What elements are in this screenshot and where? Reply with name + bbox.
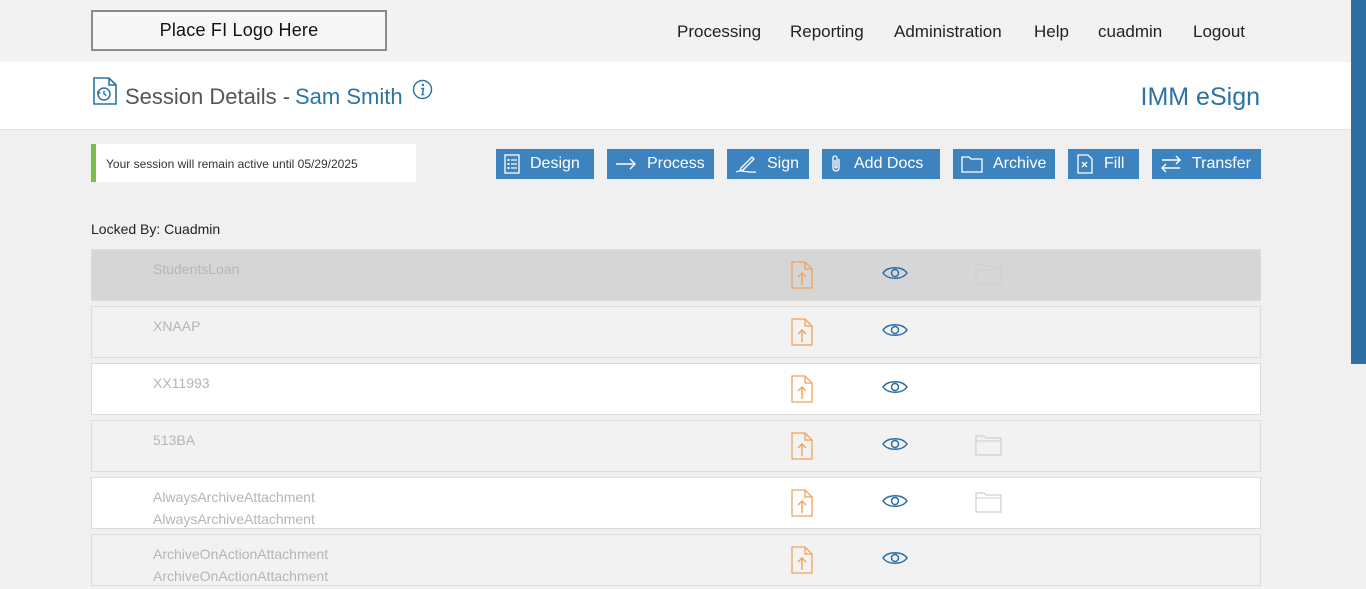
fill-button-label: Fill	[1104, 155, 1125, 172]
document-name: XNAAP	[153, 315, 200, 337]
scrollbar-thumb[interactable]	[1351, 0, 1366, 364]
document-name-line2: AlwaysArchiveAttachment	[153, 511, 315, 527]
arrow-right-icon	[616, 158, 636, 170]
nav-help[interactable]: Help	[1034, 22, 1069, 42]
locked-by-label: Locked By: Cuadmin	[91, 221, 221, 237]
document-name-line1: XNAAP	[153, 318, 201, 334]
view-document-eye-icon[interactable]	[882, 322, 908, 338]
sign-button[interactable]: Sign	[727, 149, 809, 179]
document-name: ArchiveOnActionAttachment ArchiveOnAction…	[153, 543, 328, 587]
folder-icon	[961, 156, 983, 173]
transfer-arrows-icon	[1161, 155, 1181, 173]
upload-document-icon[interactable]	[791, 546, 813, 574]
document-row[interactable]: XX11993	[91, 363, 1261, 415]
page-title: Session Details -	[125, 84, 291, 109]
transfer-button[interactable]: Transfer	[1152, 149, 1261, 179]
sign-button-label: Sign	[767, 155, 800, 172]
document-row[interactable]: ArchiveOnActionAttachment ArchiveOnAction…	[91, 534, 1261, 586]
document-name-line1: StudentsLoan	[153, 261, 240, 277]
main-nav: Processing Reporting Administration Help…	[0, 22, 1351, 44]
document-name-line1: XX11993	[153, 375, 210, 391]
paperclip-icon	[832, 155, 840, 172]
document-row[interactable]: StudentsLoan	[91, 249, 1261, 301]
nav-reporting[interactable]: Reporting	[790, 22, 864, 42]
upload-document-icon[interactable]	[791, 261, 813, 289]
list-icon	[504, 154, 520, 174]
view-document-eye-icon[interactable]	[882, 436, 908, 452]
archive-button[interactable]: Archive	[953, 149, 1055, 179]
archive-folder-icon[interactable]	[975, 491, 1002, 513]
customer-name[interactable]: Sam Smith	[295, 84, 403, 110]
upload-document-icon[interactable]	[791, 489, 813, 517]
add-docs-button[interactable]: Add Docs	[822, 149, 940, 179]
product-brand: IMM eSign	[1140, 83, 1260, 111]
nav-administration[interactable]: Administration	[894, 22, 1002, 42]
document-name: AlwaysArchiveAttachment AlwaysArchiveAtta…	[153, 486, 315, 530]
archive-button-label: Archive	[993, 155, 1047, 172]
add-docs-button-label: Add Docs	[854, 155, 924, 172]
document-name: StudentsLoan	[153, 258, 239, 280]
document-name-line2: ArchiveOnActionAttachment	[153, 568, 329, 584]
nav-user-cuadmin[interactable]: cuadmin	[1098, 22, 1162, 42]
design-button[interactable]: Design	[496, 149, 594, 179]
process-button-label: Process	[647, 155, 705, 172]
fill-button[interactable]: Fill	[1068, 149, 1139, 179]
transfer-button-label: Transfer	[1192, 155, 1251, 172]
upload-document-icon[interactable]	[791, 375, 813, 403]
document-name-line1: 513BA	[153, 432, 196, 448]
top-nav-bar: Place FI Logo Here Processing Reporting …	[0, 0, 1351, 62]
document-name: XX11993	[153, 372, 210, 394]
view-document-eye-icon[interactable]	[882, 550, 908, 566]
archive-folder-icon[interactable]	[975, 434, 1002, 456]
document-row[interactable]: XNAAP	[91, 306, 1261, 358]
session-history-icon	[93, 77, 117, 105]
process-button[interactable]: Process	[607, 149, 714, 179]
document-name-line1: AlwaysArchiveAttachment	[153, 489, 315, 505]
view-document-eye-icon[interactable]	[882, 379, 908, 395]
upload-document-icon[interactable]	[791, 432, 813, 460]
session-header: Session Details - Sam Smith IMM eSign	[0, 62, 1351, 130]
document-name-line1: ArchiveOnActionAttachment	[153, 546, 329, 562]
nav-processing[interactable]: Processing	[677, 22, 761, 42]
archive-folder-icon[interactable]	[975, 263, 1002, 285]
pen-icon	[735, 156, 757, 173]
session-timeout-notice: Your session will remain active until 05…	[91, 144, 416, 182]
upload-document-icon[interactable]	[791, 318, 813, 346]
document-row[interactable]: AlwaysArchiveAttachment AlwaysArchiveAtta…	[91, 477, 1261, 529]
notice-text: Your session will remain active until 05…	[106, 157, 358, 171]
document-name: 513BA	[153, 429, 195, 451]
design-button-label: Design	[530, 155, 580, 172]
view-document-eye-icon[interactable]	[882, 265, 908, 281]
nav-logout[interactable]: Logout	[1193, 22, 1245, 42]
document-x-icon	[1077, 154, 1093, 174]
document-row[interactable]: 513BA	[91, 420, 1261, 472]
info-icon[interactable]	[412, 79, 433, 100]
view-document-eye-icon[interactable]	[882, 493, 908, 509]
